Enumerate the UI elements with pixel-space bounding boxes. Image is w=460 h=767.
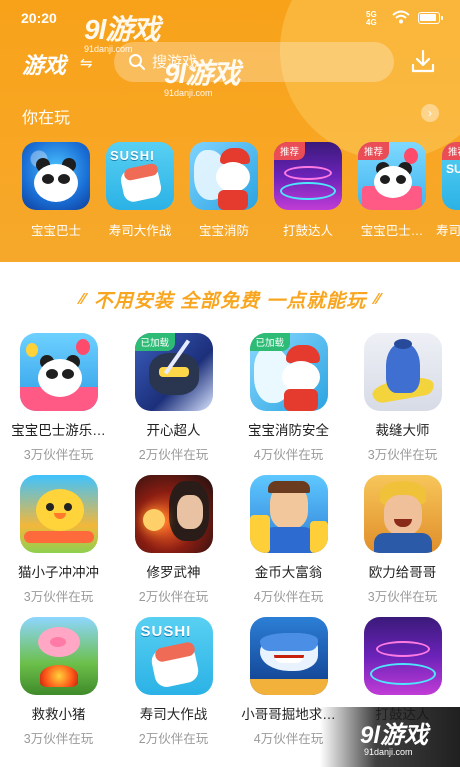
game-card[interactable]: 已加载 开心超人 2万伙伴在玩: [116, 333, 231, 463]
game-icon: [19, 475, 98, 553]
download-icon[interactable]: [410, 48, 436, 74]
game-name: 宝宝消防安全: [248, 423, 329, 438]
game-name: 猫小子冲冲冲: [18, 565, 99, 580]
game-players: 2万伙伴在玩: [138, 732, 209, 746]
game-icon: [190, 142, 258, 210]
game-icon: [363, 333, 442, 411]
signal-icon: 5G 4G: [366, 10, 377, 27]
status-time: 20:20: [21, 10, 57, 26]
battery-icon: [418, 12, 443, 24]
game-icon: [363, 617, 442, 695]
recent-game-item[interactable]: 宝宝巴士: [16, 142, 96, 239]
status-bar: 20:20 5G 4G: [0, 0, 460, 36]
game-name: 救救小猪: [31, 707, 86, 722]
game-icon: [19, 333, 98, 411]
recent-game-label: 打鼓达人: [282, 224, 333, 238]
game-icon: SUSHI: [134, 617, 213, 695]
game-icon: SUSHI: [106, 142, 174, 210]
game-icon: [363, 475, 442, 553]
recommend-tag: 推荐: [442, 142, 460, 160]
recent-games-list: 宝宝巴士 SUSHI 寿司大作战 宝宝消防 推荐 打鼓达人 推荐 宝宝巴士… 推…: [0, 142, 460, 252]
recent-game-item[interactable]: SUSHI 寿司大作战: [100, 142, 180, 239]
game-players: 2万伙伴在玩: [138, 448, 209, 462]
game-card[interactable]: 已加载 宝宝消防安全 4万伙伴在玩: [231, 333, 346, 463]
game-icon: [249, 475, 328, 553]
game-icon: [134, 475, 213, 553]
game-players: 3万伙伴在玩: [367, 590, 438, 604]
game-card[interactable]: 猫小子冲冲冲 3万伙伴在玩: [1, 475, 116, 605]
game-name: 宝宝巴士游乐…: [11, 423, 106, 438]
game-icon: [249, 617, 328, 695]
game-icon: 已加载: [134, 333, 213, 411]
game-name: 裁缝大师: [375, 423, 430, 438]
recent-game-item[interactable]: 推荐 宝宝巴士…: [352, 142, 432, 239]
page-title[interactable]: 游戏: [22, 48, 66, 80]
loaded-tag: 已加载: [134, 333, 176, 351]
wifi-icon: [392, 10, 410, 24]
slogan-decoration: ⁄⁄: [374, 290, 381, 308]
recent-game-item[interactable]: 宝宝消防: [184, 142, 264, 239]
game-players: 4万伙伴在玩: [253, 448, 324, 462]
recent-game-label: 宝宝巴士: [30, 224, 81, 238]
header: 20:20 5G 4G 9l游戏 91danji.com 游戏 ⇋ 9l游戏 9…: [0, 0, 460, 262]
slogan-banner: ⁄⁄ 不用安装 全部免费 一点就能玩 ⁄⁄: [0, 286, 460, 313]
watermark-corner: 9l游戏 91danji.com: [320, 707, 460, 767]
section-heading-playing: 你在玩: [22, 110, 71, 127]
nav-row: 游戏 ⇋ 9l游戏 91danji.com: [0, 42, 460, 98]
game-icon: 推荐: [274, 142, 342, 210]
search-bar[interactable]: [114, 42, 394, 82]
game-name: 金币大富翁: [254, 565, 323, 580]
game-icon: 推荐: [358, 142, 426, 210]
recent-game-label: 宝宝消防: [198, 224, 249, 238]
game-name: 修罗武神: [146, 565, 201, 580]
recent-game-label: 寿司大作战: [108, 224, 172, 238]
game-name: 开心超人: [146, 423, 201, 438]
recent-game-label: 寿司: [436, 224, 460, 238]
game-players: 3万伙伴在玩: [23, 732, 94, 746]
game-name: 欧力给哥哥: [368, 565, 437, 580]
game-icon: 已加载: [249, 333, 328, 411]
swap-icon[interactable]: ⇋: [80, 54, 93, 72]
slogan-decoration: ⁄⁄: [79, 290, 86, 308]
search-icon: [129, 54, 145, 70]
game-players: 3万伙伴在玩: [23, 590, 94, 604]
game-players: 3万伙伴在玩: [23, 448, 94, 462]
slogan-text: 不用安装 全部免费 一点就能玩: [93, 291, 367, 312]
game-card[interactable]: SUSHI 寿司大作战 2万伙伴在玩: [116, 617, 231, 747]
game-players: 4万伙伴在玩: [253, 590, 324, 604]
game-card[interactable]: 救救小猪 3万伙伴在玩: [1, 617, 116, 747]
game-players: 3万伙伴在玩: [367, 448, 438, 462]
game-icon: 推荐 SUSHI: [442, 142, 460, 210]
loaded-tag: 已加载: [249, 333, 291, 351]
recommend-tag: 推荐: [274, 142, 306, 160]
watermark-logo-overlay: 9l游戏 91danji.com: [164, 58, 240, 98]
game-players: 2万伙伴在玩: [138, 590, 209, 604]
game-card[interactable]: 修罗武神 2万伙伴在玩: [116, 475, 231, 605]
game-card[interactable]: 欧力给哥哥 3万伙伴在玩: [345, 475, 460, 605]
game-icon: [22, 142, 90, 210]
recent-game-item[interactable]: 推荐 打鼓达人: [268, 142, 348, 239]
game-card[interactable]: 宝宝巴士游乐… 3万伙伴在玩: [1, 333, 116, 463]
recommend-tag: 推荐: [358, 142, 390, 160]
recent-game-item[interactable]: 推荐 SUSHI 寿司: [436, 142, 460, 239]
game-card[interactable]: 金币大富翁 4万伙伴在玩: [231, 475, 346, 605]
game-name: 寿司大作战: [139, 707, 208, 722]
game-icon: [19, 617, 98, 695]
recent-game-label: 宝宝巴士…: [360, 224, 424, 238]
chevron-right-icon[interactable]: ›: [421, 104, 439, 122]
game-card[interactable]: 裁缝大师 3万伙伴在玩: [345, 333, 460, 463]
